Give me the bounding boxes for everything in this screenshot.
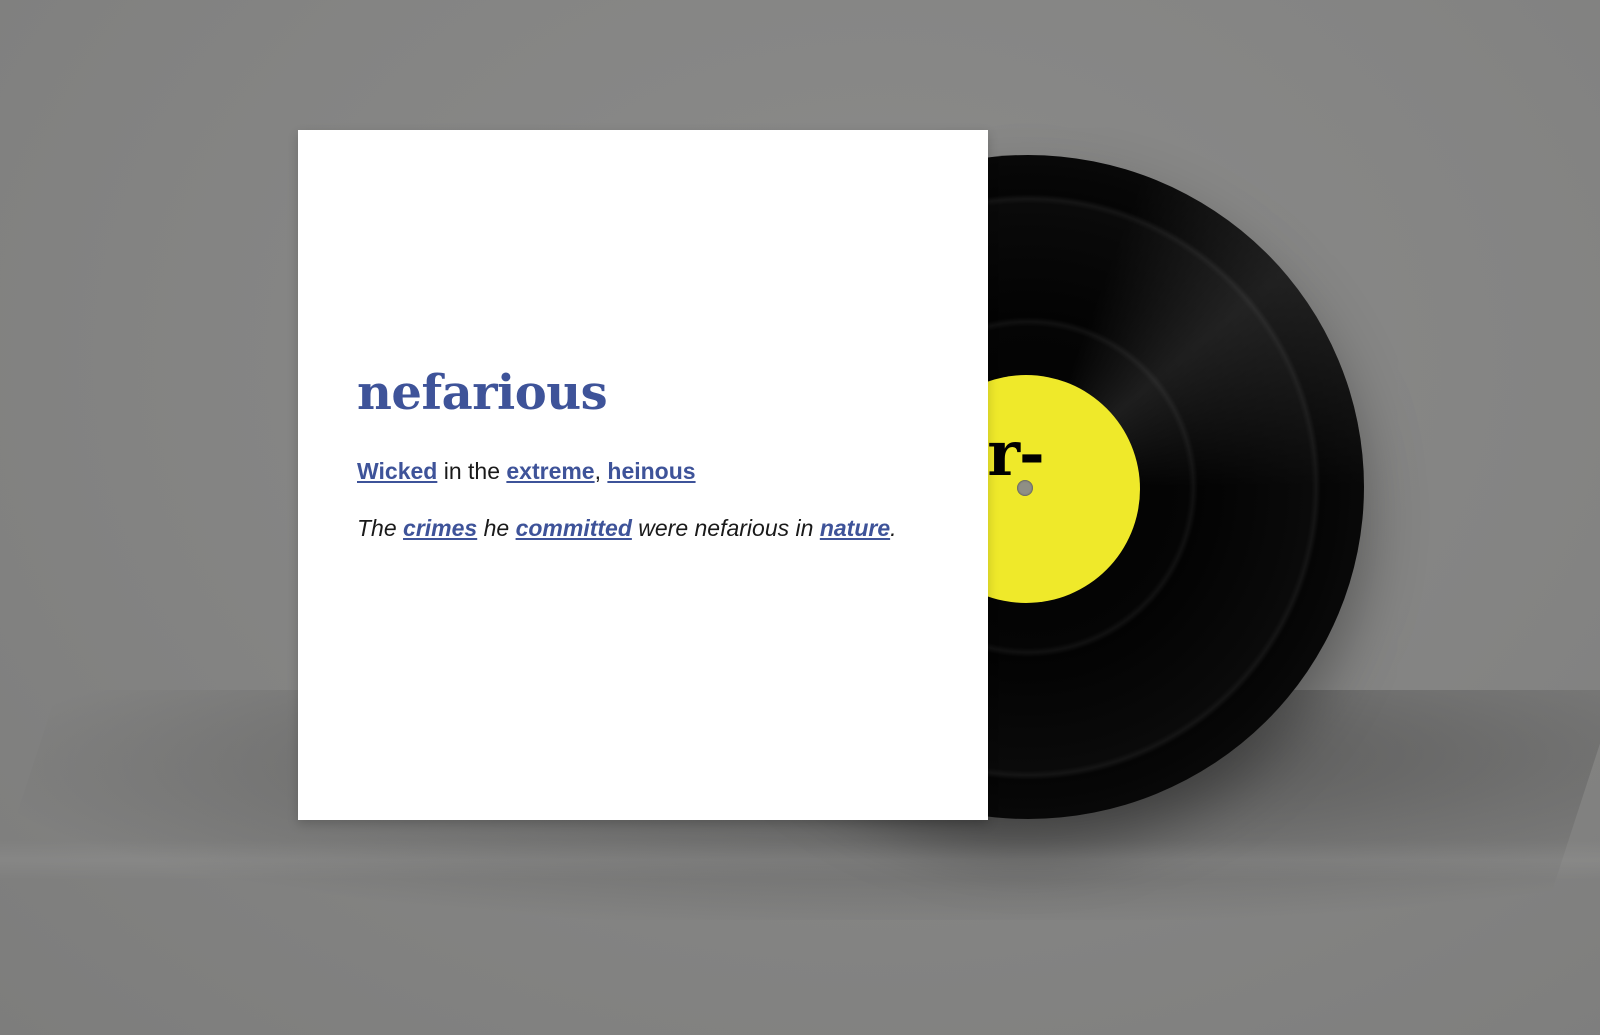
link-heinous[interactable]: heinous bbox=[607, 458, 695, 484]
record-sleeve: nefarious Wicked in the extreme, heinous… bbox=[298, 130, 988, 820]
link-committed[interactable]: committed bbox=[516, 515, 632, 541]
link-extreme[interactable]: extreme bbox=[506, 458, 594, 484]
example-text: were nefarious in bbox=[631, 515, 820, 541]
definition-text: in the bbox=[437, 458, 507, 484]
background-scene: nefar- ious nefarious Wicked in the extr… bbox=[0, 0, 1600, 1035]
entry-example: The crimes he committed were nefarious i… bbox=[357, 515, 897, 542]
definition-comma: , bbox=[594, 458, 608, 484]
floor-highlight bbox=[0, 840, 1600, 880]
link-nature[interactable]: nature bbox=[820, 515, 890, 541]
spindle-hole bbox=[1017, 480, 1033, 496]
entry-definition: Wicked in the extreme, heinous bbox=[357, 458, 696, 485]
example-text: he bbox=[477, 515, 516, 541]
entry-word: nefarious bbox=[357, 365, 608, 421]
example-period: . bbox=[890, 515, 897, 541]
example-text: The bbox=[357, 515, 404, 541]
link-crimes[interactable]: crimes bbox=[403, 515, 477, 541]
link-wicked[interactable]: Wicked bbox=[357, 458, 437, 484]
